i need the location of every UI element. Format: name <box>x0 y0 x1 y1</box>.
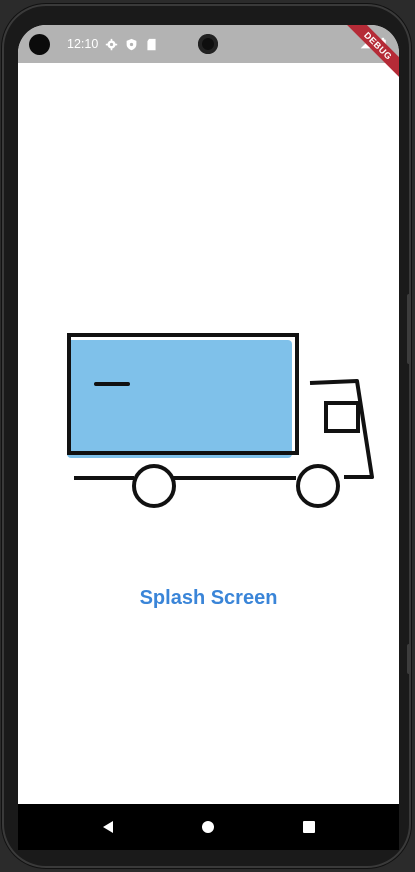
device-screen: 12:10 DEBUG Splash Screen <box>18 25 399 850</box>
truck-cargo-fill <box>67 340 292 458</box>
power-button <box>407 294 411 364</box>
shield-icon <box>126 38 137 50</box>
back-icon <box>103 821 114 833</box>
truck-rear-wheel <box>132 464 176 508</box>
status-left-group: 12:10 <box>18 33 158 55</box>
sd-card-icon <box>147 38 156 50</box>
navigation-bar <box>18 804 399 850</box>
status-bar: 12:10 DEBUG <box>18 25 399 83</box>
home-icon <box>202 821 215 833</box>
front-camera-pinhole <box>29 33 50 55</box>
splash-title: Splash Screen <box>139 587 278 609</box>
status-time: 12:10 <box>67 37 99 51</box>
nav-recents-button[interactable] <box>289 807 329 847</box>
truck-front-wheel <box>296 464 340 508</box>
camera-cutout <box>198 34 218 54</box>
truck-cab-window <box>324 401 360 433</box>
debug-ribbon: DEBUG <box>341 25 399 83</box>
nav-back-button[interactable] <box>88 807 128 847</box>
truck-illustration <box>62 325 382 515</box>
delivery-truck-icon <box>67 333 374 508</box>
nav-home-button[interactable] <box>188 807 228 847</box>
settings-icon <box>106 38 118 50</box>
recents-icon <box>302 821 315 833</box>
volume-button <box>407 644 411 674</box>
